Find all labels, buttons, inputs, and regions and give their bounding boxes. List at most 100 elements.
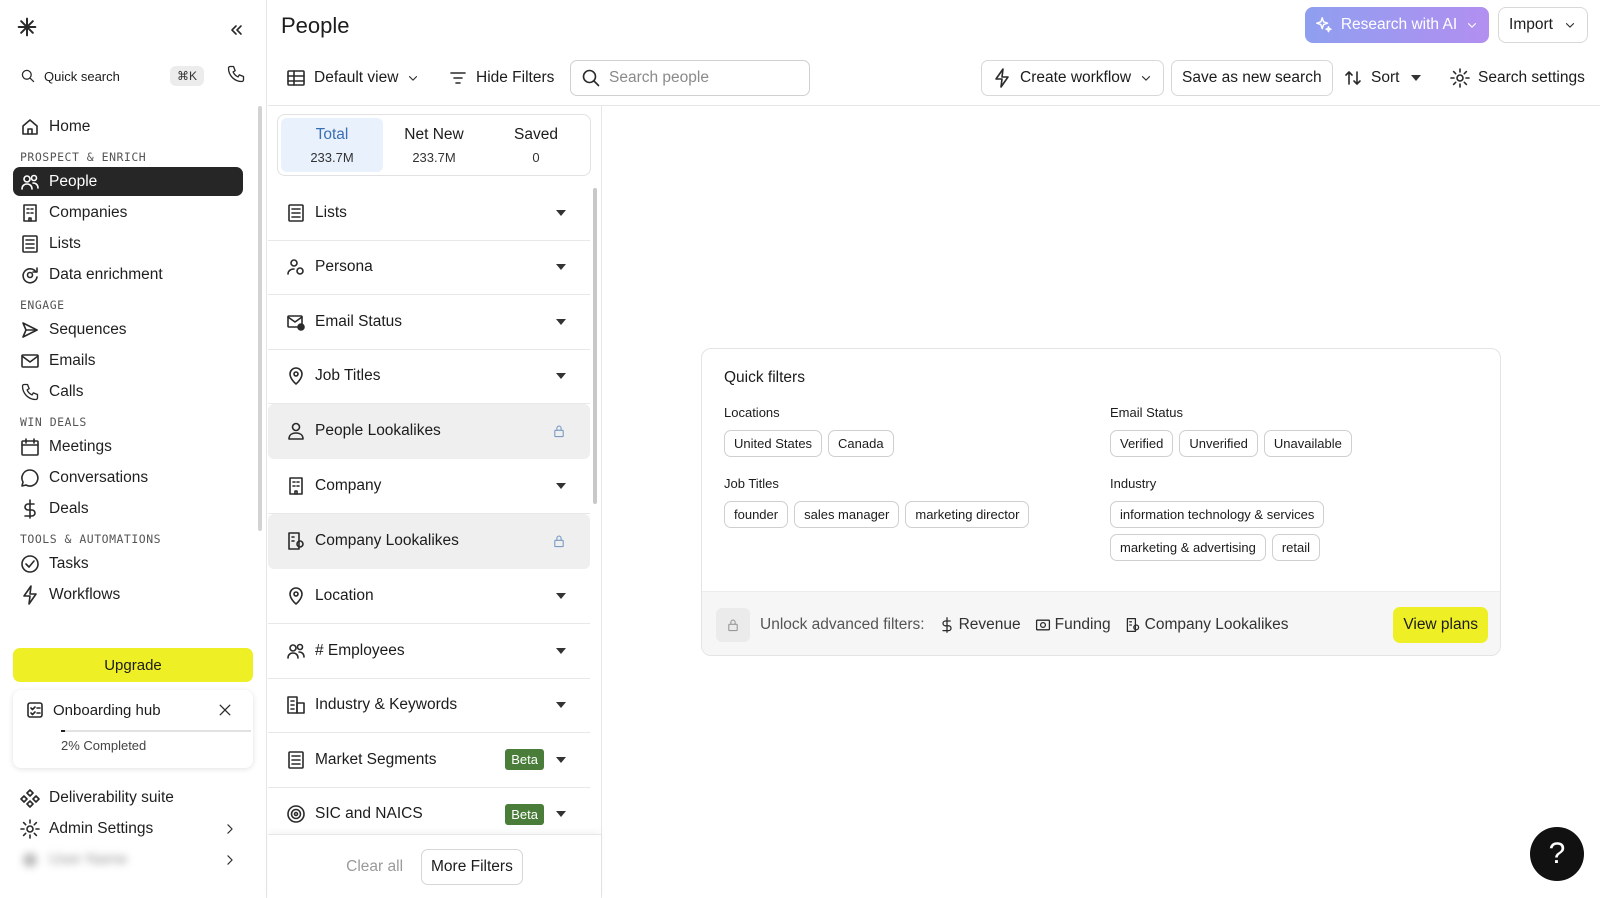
sidebar-item-label: Conversations (49, 468, 149, 486)
chip-sales-manager[interactable]: sales manager (794, 501, 900, 528)
chip-it-services[interactable]: information technology & services (1110, 501, 1325, 528)
lock-icon (552, 534, 566, 548)
sidebar-item-label: Deliverability suite (49, 788, 174, 806)
create-workflow-button[interactable]: Create workflow (981, 60, 1165, 96)
sidebar-item-companies[interactable]: Companies (13, 198, 243, 227)
sidebar-item-workflows[interactable]: Workflows (13, 580, 243, 609)
more-filters-button[interactable]: More Filters (421, 848, 523, 885)
enrichment-icon (20, 265, 40, 285)
feature-label: Company Lookalikes (1144, 615, 1289, 633)
sidebar-item-people[interactable]: People (13, 167, 243, 196)
sidebar-item-home[interactable]: Home (13, 112, 243, 141)
feature-company-lookalikes: Company Lookalikes (1125, 616, 1289, 634)
filter-lines-icon (448, 68, 468, 88)
result-tabs: Total 233.7M Net New 233.7M Saved 0 (277, 114, 591, 176)
clear-all-button[interactable]: Clear all (346, 858, 403, 876)
chip-unavailable[interactable]: Unavailable (1263, 430, 1352, 457)
chip-marketing-advertising[interactable]: marketing & advertising (1110, 534, 1266, 561)
filter-email-status[interactable]: Email Status (268, 295, 590, 350)
feature-label: Funding (1054, 615, 1111, 633)
company-lookalike-icon (1125, 617, 1141, 633)
tab-saved[interactable]: Saved 0 (485, 118, 587, 172)
sidebar-item-conversations[interactable]: Conversations (13, 463, 243, 492)
create-workflow-label: Create workflow (1020, 69, 1132, 86)
sidebar-item-deals[interactable]: Deals (13, 494, 243, 523)
caret-down-icon (556, 483, 566, 490)
tab-total[interactable]: Total 233.7M (281, 118, 383, 172)
tab-count: 233.7M (412, 149, 456, 165)
caret-down-icon (556, 702, 566, 709)
search-icon (581, 68, 601, 88)
phone-icon[interactable] (226, 64, 246, 84)
view-plans-button[interactable]: View plans (1393, 607, 1488, 643)
chip-verified[interactable]: Verified (1110, 430, 1174, 457)
filter-market-segments[interactable]: Market Segments Beta (268, 733, 590, 788)
filter-persona[interactable]: Persona (268, 241, 590, 295)
close-icon[interactable] (217, 702, 233, 718)
quick-search[interactable]: Quick search ⌘K (12, 60, 212, 92)
sidebar-item-label: Workflows (49, 585, 121, 603)
caret-down-icon (556, 593, 566, 600)
sidebar-scrollbar[interactable] (258, 106, 262, 531)
chip-unverified[interactable]: Unverified (1179, 430, 1258, 457)
location-pin-icon (286, 586, 306, 606)
onboarding-hub-card[interactable]: Onboarding hub 2% Completed (13, 690, 253, 768)
chevron-right-icon (223, 822, 237, 836)
group-label: Industry (1110, 476, 1157, 491)
quick-filter-industry: Industry information technology & servic… (1110, 476, 1350, 561)
filter-lists[interactable]: Lists (268, 186, 590, 241)
filter-location[interactable]: Location (268, 570, 590, 624)
caret-down-icon (556, 373, 566, 380)
quick-filters-title: Quick filters (724, 369, 805, 386)
sidebar-item-data-enrichment[interactable]: Data enrichment (13, 260, 243, 289)
deliverability-icon (20, 788, 40, 808)
checklist-icon (25, 700, 45, 720)
collapse-sidebar-icon[interactable] (226, 20, 246, 40)
section-tools: TOOLS & AUTOMATIONS (20, 532, 162, 546)
help-button[interactable]: ? (1530, 827, 1584, 881)
save-as-new-search-button[interactable]: Save as new search (1171, 60, 1333, 96)
apollo-logo-icon[interactable] (17, 17, 37, 37)
upgrade-button[interactable]: Upgrade (13, 648, 253, 682)
caret-down-icon (556, 811, 566, 818)
sidebar-item-deliverability[interactable]: Deliverability suite (13, 783, 253, 812)
chevron-right-icon (223, 853, 237, 867)
tab-net-new[interactable]: Net New 233.7M (383, 118, 485, 172)
hide-filters-button[interactable]: Hide Filters (448, 60, 554, 96)
filter-employees[interactable]: # Employees (268, 624, 590, 679)
sidebar-item-emails[interactable]: Emails (13, 346, 243, 375)
filter-label: Persona (315, 258, 373, 276)
filter-people-lookalikes[interactable]: People Lookalikes (268, 404, 590, 459)
sidebar-item-tasks[interactable]: Tasks (13, 549, 243, 578)
sidebar-item-label: Tasks (49, 554, 89, 572)
sidebar-item-admin-settings[interactable]: Admin Settings (13, 814, 253, 843)
sort-button[interactable]: Sort (1343, 60, 1422, 96)
sidebar-item-sequences[interactable]: Sequences (13, 315, 243, 344)
feature-label: Revenue (958, 615, 1021, 633)
feature-funding: Funding (1035, 616, 1111, 634)
search-settings-button[interactable]: Search settings (1450, 60, 1585, 96)
sidebar-item-meetings[interactable]: Meetings (13, 432, 243, 461)
search-people-field[interactable] (570, 60, 810, 96)
sidebar-item-lists[interactable]: Lists (13, 229, 243, 258)
sidebar-item-account[interactable]: User Name (13, 845, 253, 874)
default-view-button[interactable]: Default view (286, 60, 420, 96)
gear-icon (20, 818, 40, 839)
sidebar-item-label: People (49, 172, 98, 190)
research-with-ai-button[interactable]: Research with AI (1305, 7, 1489, 43)
filter-company-lookalikes[interactable]: Company Lookalikes (268, 514, 590, 569)
filter-company[interactable]: Company (268, 460, 590, 514)
filter-job-titles[interactable]: Job Titles (268, 350, 590, 404)
import-button[interactable]: Import (1498, 7, 1588, 43)
chip-canada[interactable]: Canada (828, 430, 894, 457)
chip-united-states[interactable]: United States (724, 430, 823, 457)
chip-retail[interactable]: retail (1271, 534, 1321, 561)
beta-badge: Beta (505, 803, 544, 825)
sidebar-item-calls[interactable]: Calls (13, 377, 243, 406)
chip-marketing-director[interactable]: marketing director (905, 501, 1030, 528)
filter-scrollbar[interactable] (593, 188, 597, 504)
people-icon (286, 641, 306, 661)
chip-founder[interactable]: founder (724, 501, 789, 528)
filter-industry[interactable]: Industry & Keywords (268, 679, 590, 733)
search-people-input[interactable] (609, 69, 789, 87)
